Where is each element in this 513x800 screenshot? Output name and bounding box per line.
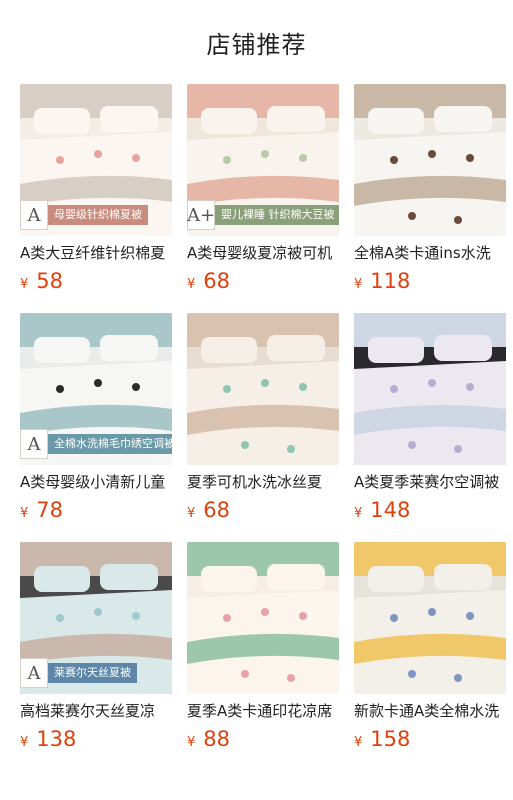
grade-mark: A [20, 429, 48, 459]
product-image[interactable] [187, 313, 339, 465]
grade-mark: A [20, 658, 48, 688]
product-card-2[interactable]: A+ 婴儿裸睡 针织棉大豆被 A类母婴级夏凉被可机 ¥ 68 [187, 84, 339, 293]
product-price: ¥ 138 [20, 727, 172, 751]
product-badge: A 母婴级针织棉夏被 [20, 200, 148, 230]
product-badge: A 全棉水洗棉毛巾绣空调被 [20, 429, 172, 459]
currency-symbol: ¥ [354, 506, 363, 521]
currency-symbol: ¥ [20, 735, 29, 750]
grade-mark: A [20, 200, 48, 230]
product-card-9[interactable]: 新款卡通A类全棉水洗 ¥ 158 [354, 542, 506, 751]
product-name[interactable]: 新款卡通A类全棉水洗 [354, 701, 506, 721]
product-card-3[interactable]: 全棉A类卡通ins水洗 ¥ 118 [354, 84, 506, 293]
product-price: ¥ 158 [354, 727, 506, 751]
currency-symbol: ¥ [187, 735, 196, 750]
product-image[interactable] [354, 542, 506, 694]
badge-text: 母婴级针织棉夏被 [48, 205, 148, 225]
price-value: 118 [370, 269, 411, 293]
product-image[interactable]: A 母婴级针织棉夏被 [20, 84, 172, 236]
product-card-5[interactable]: 夏季可机水洗冰丝夏 ¥ 68 [187, 313, 339, 522]
bedding-photo [187, 313, 339, 465]
bedding-photo [354, 542, 506, 694]
bedding-photo [354, 84, 506, 236]
product-image[interactable] [187, 542, 339, 694]
product-card-1[interactable]: A 母婴级针织棉夏被 A类大豆纤维针织棉夏 ¥ 58 [20, 84, 172, 293]
product-price: ¥ 68 [187, 269, 339, 293]
product-badge: A 莱赛尔天丝夏被 [20, 658, 137, 688]
product-grid: A 母婴级针织棉夏被 A类大豆纤维针织棉夏 ¥ 58 A+ 婴儿裸睡 针织棉大豆… [0, 84, 513, 751]
header: 店铺推荐 [0, 0, 513, 84]
product-name[interactable]: A类母婴级小清新儿童 [20, 472, 172, 492]
product-image[interactable]: A 全棉水洗棉毛巾绣空调被 [20, 313, 172, 465]
currency-symbol: ¥ [187, 506, 196, 521]
bedding-photo [187, 542, 339, 694]
product-card-4[interactable]: A 全棉水洗棉毛巾绣空调被 A类母婴级小清新儿童 ¥ 78 [20, 313, 172, 522]
currency-symbol: ¥ [20, 506, 29, 521]
product-price: ¥ 78 [20, 498, 172, 522]
product-card-6[interactable]: A类夏季莱赛尔空调被 ¥ 148 [354, 313, 506, 522]
product-image[interactable] [354, 84, 506, 236]
product-image[interactable]: A 莱赛尔天丝夏被 [20, 542, 172, 694]
product-name[interactable]: A类夏季莱赛尔空调被 [354, 472, 506, 492]
product-name[interactable]: 全棉A类卡通ins水洗 [354, 243, 506, 263]
product-image[interactable]: A+ 婴儿裸睡 针织棉大豆被 [187, 84, 339, 236]
badge-text: 婴儿裸睡 针织棉大豆被 [215, 205, 339, 225]
product-price: ¥ 68 [187, 498, 339, 522]
bedding-photo [354, 313, 506, 465]
product-name[interactable]: 夏季A类卡通印花凉席 [187, 701, 339, 721]
currency-symbol: ¥ [20, 277, 29, 292]
product-name[interactable]: 高档莱赛尔天丝夏凉 [20, 701, 172, 721]
product-name[interactable]: 夏季可机水洗冰丝夏 [187, 472, 339, 492]
price-value: 58 [36, 269, 64, 293]
currency-symbol: ¥ [187, 277, 196, 292]
product-price: ¥ 88 [187, 727, 339, 751]
product-name[interactable]: A类母婴级夏凉被可机 [187, 243, 339, 263]
price-value: 158 [370, 727, 411, 751]
product-badge: A+ 婴儿裸睡 针织棉大豆被 [187, 200, 339, 230]
price-value: 148 [370, 498, 411, 522]
page-title: 店铺推荐 [206, 30, 307, 59]
product-price: ¥ 148 [354, 498, 506, 522]
product-card-8[interactable]: 夏季A类卡通印花凉席 ¥ 88 [187, 542, 339, 751]
product-name[interactable]: A类大豆纤维针织棉夏 [20, 243, 172, 263]
price-value: 68 [203, 498, 231, 522]
currency-symbol: ¥ [354, 277, 363, 292]
price-value: 78 [36, 498, 64, 522]
price-value: 68 [203, 269, 231, 293]
grade-mark: A+ [187, 200, 215, 230]
product-image[interactable] [354, 313, 506, 465]
product-card-7[interactable]: A 莱赛尔天丝夏被 高档莱赛尔天丝夏凉 ¥ 138 [20, 542, 172, 751]
badge-text: 莱赛尔天丝夏被 [48, 663, 137, 683]
product-price: ¥ 118 [354, 269, 506, 293]
currency-symbol: ¥ [354, 735, 363, 750]
badge-text: 全棉水洗棉毛巾绣空调被 [48, 434, 172, 454]
price-value: 138 [36, 727, 77, 751]
product-price: ¥ 58 [20, 269, 172, 293]
price-value: 88 [203, 727, 231, 751]
